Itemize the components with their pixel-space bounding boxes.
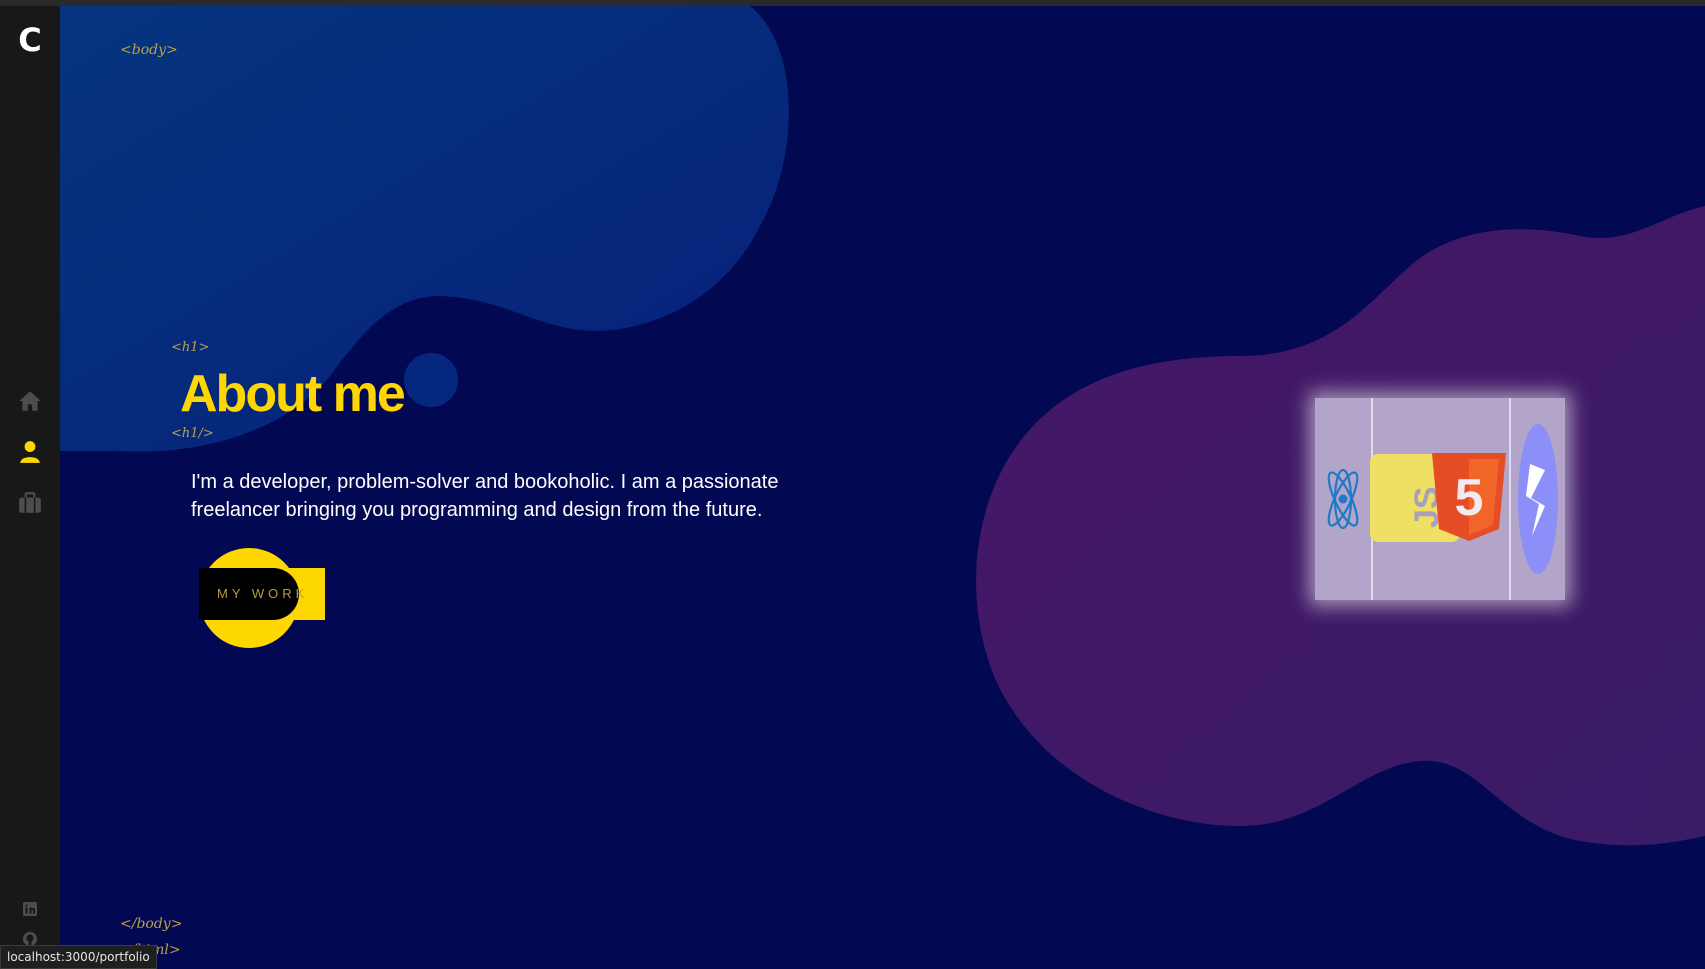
- sidebar: C: [0, 6, 60, 967]
- cube-right-face: [1509, 398, 1565, 600]
- html5-label: 5: [1455, 469, 1484, 527]
- body-open-tag: <body>: [120, 42, 178, 58]
- page-title: About me: [180, 365, 406, 423]
- site-logo[interactable]: C: [0, 20, 60, 60]
- my-work-button-label: MY WORK: [217, 586, 309, 601]
- blue-dot: [404, 353, 458, 407]
- about-description: I'm a developer, problem-solver and book…: [191, 471, 779, 521]
- main-content: <body> <h1> About me <h1/> I'm a develop…: [60, 6, 1705, 967]
- react-icon: [1327, 468, 1359, 530]
- webflow-icon: [1518, 424, 1558, 574]
- nav-user-icon[interactable]: [17, 439, 43, 465]
- nav-briefcase-icon[interactable]: [17, 490, 43, 516]
- my-work-button[interactable]: MY WORK: [199, 548, 325, 648]
- cube-left-face: [1315, 398, 1373, 600]
- h1-open-tag: <h1>: [171, 340, 210, 355]
- linkedin-icon[interactable]: [22, 901, 38, 917]
- body-close-tag: </body>: [120, 916, 183, 932]
- skills-cube[interactable]: JS 5: [1315, 398, 1565, 600]
- status-bar-url: localhost:3000/portfolio: [0, 945, 157, 969]
- h1-close-tag: <h1/>: [171, 426, 214, 441]
- html5-icon: 5: [1432, 453, 1506, 541]
- nav-home-icon[interactable]: [17, 388, 43, 414]
